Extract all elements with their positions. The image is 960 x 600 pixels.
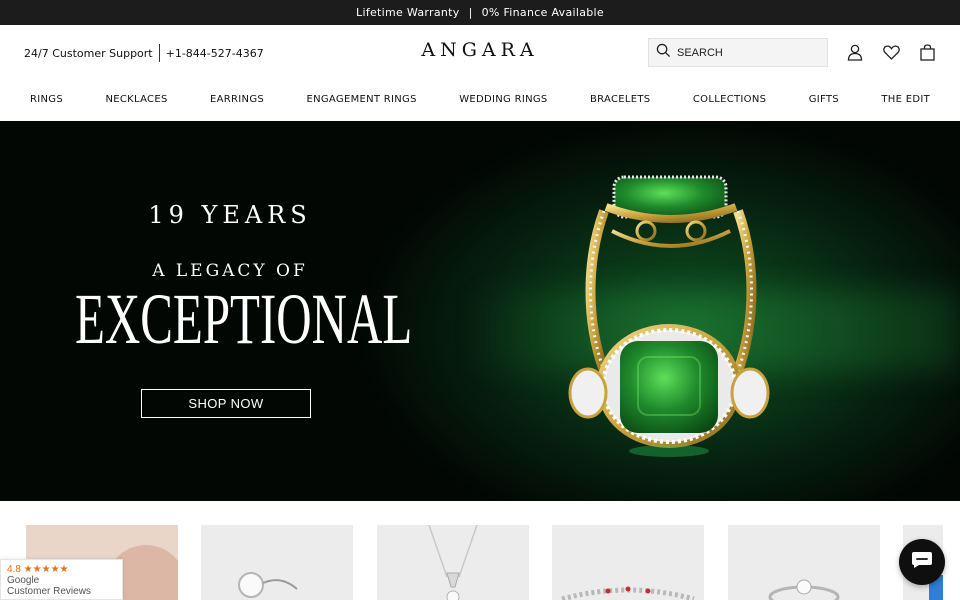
hero-legacy-text: A LEGACY OF (152, 261, 308, 281)
chat-button[interactable] (899, 539, 945, 585)
announcement-bar: Lifetime Warranty | 0% Finance Available (0, 0, 960, 25)
earring-image (238, 572, 298, 598)
finance-text: 0% Finance Available (481, 6, 604, 19)
nav-item-bracelets[interactable]: BRACELETS (590, 88, 650, 112)
review-label: Customer Reviews (7, 586, 91, 597)
user-icon[interactable] (846, 43, 864, 61)
warranty-text: Lifetime Warranty (356, 6, 460, 19)
shop-now-button[interactable]: SHOP NOW (141, 389, 311, 418)
product-strip (0, 501, 960, 600)
hero-years-text: 19 YEARS (148, 201, 312, 229)
heart-icon[interactable] (882, 43, 900, 61)
chat-bubble-icon (911, 551, 933, 574)
nav-item-rings[interactable]: RINGS (30, 88, 63, 112)
product-card[interactable] (552, 525, 704, 600)
bracelet-image (561, 586, 695, 600)
nav-item-the-edit[interactable]: THE EDIT (881, 88, 930, 112)
nav-item-wedding-rings[interactable]: WEDDING RINGS (459, 88, 547, 112)
nav-item-necklaces[interactable]: NECKLACES (105, 88, 167, 112)
product-card[interactable] (377, 525, 529, 600)
search-icon[interactable] (656, 43, 671, 63)
nav-item-collections[interactable]: COLLECTIONS (693, 88, 766, 112)
product-card[interactable] (201, 525, 353, 600)
search-box[interactable] (648, 38, 828, 67)
nav-item-earrings[interactable]: EARRINGS (210, 88, 264, 112)
main-nav: RINGS NECKLACES EARRINGS ENGAGEMENT RING… (0, 88, 960, 112)
hero-banner[interactable]: 19 YEARS A LEGACY OF EXCEPTIONAL SHOP NO… (0, 121, 960, 501)
search-input[interactable] (677, 46, 817, 59)
shopping-bag-icon[interactable] (918, 43, 936, 61)
review-rating: 4.8 ★★★★★ (7, 564, 69, 575)
emerald-ring-image (568, 175, 770, 457)
product-card[interactable] (728, 525, 880, 600)
nav-item-engagement-rings[interactable]: ENGAGEMENT RINGS (306, 88, 416, 112)
review-source: Google (7, 575, 40, 586)
site-header: 24/7 Customer Support +1-844-527-4367 AN… (0, 25, 960, 81)
necklace-image (428, 525, 478, 600)
hero-headline: EXCEPTIONAL (75, 279, 413, 359)
announcement-separator: | (468, 6, 473, 19)
google-reviews-badge[interactable]: 4.8 ★★★★★ Google Customer Reviews (0, 559, 123, 600)
ring-image (768, 579, 840, 600)
nav-item-gifts[interactable]: GIFTS (809, 88, 839, 112)
